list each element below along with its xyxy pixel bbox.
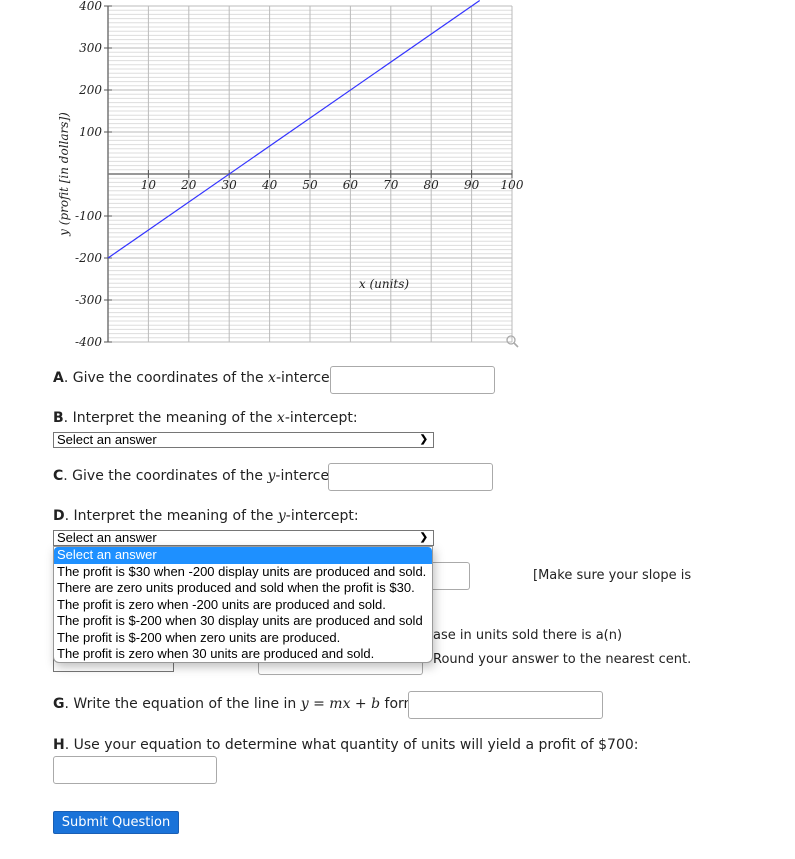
question-letter: A	[53, 370, 64, 386]
x-tick-label: 70	[383, 178, 399, 192]
y-axis-label: y (profit [in dollars])	[57, 112, 71, 237]
x-tick-label: 100	[501, 178, 524, 192]
x-tick-label: 90	[464, 178, 480, 192]
question-text: . Use your equation to determine what qu…	[64, 737, 639, 753]
question-g-label: G. Write the equation of the line in y =…	[53, 696, 422, 712]
question-letter: C	[53, 468, 64, 484]
dropdown-option[interactable]: The profit is $30 when -200 display unit…	[54, 564, 432, 581]
question-f-round-hint: Round your answer to the nearest cent.	[433, 652, 692, 667]
y-tick-label: 100	[79, 125, 102, 139]
x-tick-label: 20	[180, 178, 197, 192]
submit-question-button[interactable]: Submit Question	[53, 811, 179, 834]
question-c-label: C. Give the coordinates of the y-interce…	[53, 468, 348, 484]
question-h-label: H. Use your equation to determine what q…	[53, 737, 639, 753]
question-text: . Write the equation of the line in	[64, 696, 301, 712]
x-tick-label: 10	[141, 178, 157, 192]
slope-input[interactable]	[432, 562, 470, 590]
chevron-down-icon: ❯	[419, 434, 428, 445]
x-intercept-meaning-select[interactable]: Select an answer ❯	[53, 432, 434, 448]
dropdown-option[interactable]: Select an answer	[54, 547, 432, 564]
question-text: . Interpret the meaning of the	[63, 410, 277, 426]
dropdown-option[interactable]: The profit is zero when 30 units are pro…	[54, 646, 432, 663]
x-tick-label: 50	[302, 178, 318, 192]
question-letter: G	[53, 696, 65, 712]
question-a-label: A. Give the coordinates of the x-interce…	[53, 370, 349, 386]
math-var: x	[268, 370, 276, 386]
question-text: . Interpret the meaning of the	[64, 508, 278, 524]
y-tick-label: 400	[78, 0, 102, 13]
dropdown-option[interactable]: There are zero units produced and sold w…	[54, 580, 432, 597]
x-tick-label: 80	[424, 178, 440, 192]
y-tick-label: -300	[75, 293, 102, 307]
dropdown-option[interactable]: The profit is $-200 when zero units are …	[54, 630, 432, 647]
y-tick-label: -200	[75, 251, 102, 265]
question-f-text: ase in units sold there is a(n)	[433, 628, 623, 643]
question-text: -intercept:	[285, 508, 359, 524]
question-letter: D	[53, 508, 65, 524]
select-value: Select an answer	[57, 432, 157, 447]
question-letter: B	[53, 410, 64, 426]
y-tick-label: -400	[75, 335, 102, 349]
dropdown-option[interactable]: The profit is $-200 when 30 display unit…	[54, 613, 432, 630]
x-tick-label: 60	[343, 178, 359, 192]
question-letter: H	[53, 737, 65, 753]
y-tick-label: 200	[78, 83, 102, 97]
y-tick-label: 300	[79, 41, 102, 55]
question-text: . Give the coordinates of the	[63, 370, 269, 386]
y-intercept-input[interactable]	[328, 463, 493, 491]
math-var: x	[276, 410, 285, 426]
x-axis-label: x (units)	[359, 277, 410, 291]
x-tick-label: 30	[222, 178, 238, 192]
math-var: y	[277, 508, 286, 524]
dropdown-option[interactable]: The profit is zero when -200 units are p…	[54, 597, 432, 614]
quantity-input[interactable]	[53, 756, 217, 784]
equation-input[interactable]	[408, 691, 603, 719]
chevron-down-icon: ❯	[419, 532, 428, 543]
question-d-label: D. Interpret the meaning of the y-interc…	[53, 508, 359, 524]
x-intercept-input[interactable]	[330, 366, 495, 394]
question-text: . Give the coordinates of the	[63, 468, 268, 484]
y-intercept-meaning-select[interactable]: Select an answer ❯	[53, 530, 434, 546]
select-value: Select an answer	[57, 530, 157, 545]
math-equation: y = mx + b	[300, 696, 381, 712]
profit-graph: 10 20 30 40 50 60 70 80 90 100 400 300 200 100 -100 -20…	[57, 0, 524, 349]
y-intercept-meaning-dropdown: Select an answer The profit is $30 when …	[53, 546, 433, 663]
slope-hint: [Make sure your slope is	[533, 568, 692, 583]
question-b-label: B. Interpret the meaning of the x-interc…	[53, 410, 358, 426]
x-tick-label: 40	[261, 178, 278, 192]
question-text: -intercept:	[284, 410, 358, 426]
y-tick-label: -100	[75, 209, 102, 223]
